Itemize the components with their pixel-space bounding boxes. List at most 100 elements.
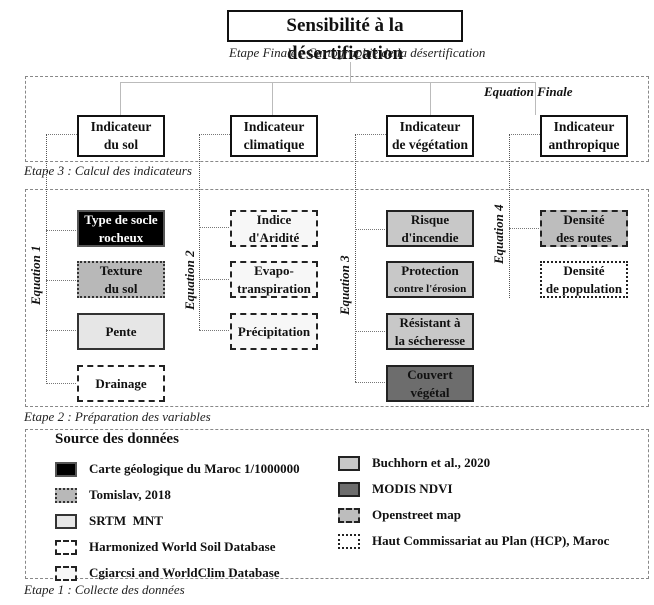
var-drainage: Drainage	[77, 365, 165, 402]
diagram-title: Sensibilité à la désertification	[227, 10, 463, 64]
var-population-line1: Densité	[563, 262, 605, 278]
equation-final-label: Equation Finale	[484, 84, 573, 99]
var-resistant-secheresse: Résistant à la sécheresse	[386, 313, 474, 350]
eq3-branch-1	[355, 229, 385, 230]
legend-item-openstreet: Openstreet map	[338, 502, 609, 528]
legend-right-column: Buchhorn et al., 2020 MODIS NDVI Openstr…	[338, 450, 609, 554]
eq4-top-connector	[509, 134, 540, 135]
equation-3-label: Equation 3	[337, 255, 352, 315]
var-texture-line1: Texture	[99, 262, 143, 278]
var-precipitation: Précipitation	[230, 313, 318, 350]
var-densite-routes: Densité des routes	[540, 210, 628, 247]
var-densite-population: Densité de population	[540, 261, 628, 298]
indicator-climat: Indicateur climatique	[230, 115, 318, 157]
eq1-branch-3	[46, 330, 76, 331]
var-incendie-line1: Risque	[410, 211, 450, 227]
stage2-label: Etape 2 : Préparation des variables	[24, 409, 211, 424]
eq4-branch-1	[509, 228, 539, 229]
legend-item-tomislav: Tomislav, 2018	[55, 482, 300, 508]
var-couvert-vegetal: Couvert végétal	[386, 365, 474, 402]
legend-item-hwsd: Harmonized World Soil Database	[55, 534, 300, 560]
indicator-climat-line1: Indicateur	[243, 119, 305, 134]
indicator-vegetation-line2: de végétation	[391, 137, 469, 152]
stage-final-label: Etape Finale : Cartographie de la désert…	[229, 45, 486, 60]
var-evapotranspiration: Evapo- transpiration	[230, 261, 318, 298]
swatch-dotted-gray	[55, 487, 77, 503]
eq3-branch-4	[355, 382, 385, 383]
var-type-socle-line2: rocheux	[98, 229, 144, 245]
swatch-dashed-light	[55, 565, 77, 581]
stage3-label: Etape 3 : Calcul des indicateurs	[24, 163, 192, 178]
indicator-climat-line2: climatique	[243, 137, 305, 152]
indicator-sol: Indicateur du sol	[77, 115, 165, 157]
var-routes-line2: des routes	[556, 229, 612, 245]
connector-sol	[120, 82, 121, 115]
var-pente-label: Pente	[105, 323, 137, 339]
var-resistant-line1: Résistant à	[399, 314, 461, 330]
eq1-branch-1	[46, 230, 76, 231]
legend-label: SRTM MNT	[89, 513, 163, 528]
legend-label: Cgiarcsi and WorldClim Database	[89, 565, 280, 580]
legend-title: Source des données	[55, 431, 179, 447]
legend-label: Carte géologique du Maroc 1/1000000	[89, 461, 300, 476]
equation-4-label: Equation 4	[491, 204, 506, 264]
eq4-vertical-connector	[509, 134, 510, 298]
var-couvert-line1: Couvert	[407, 366, 453, 382]
var-protection-line2: contre l'érosion	[393, 282, 467, 295]
eq1-branch-4	[46, 383, 76, 384]
var-texture-sol: Texture du sol	[77, 261, 165, 298]
legend-item-geologique: Carte géologique du Maroc 1/1000000	[55, 456, 300, 482]
eq1-vertical-connector	[46, 134, 47, 384]
eq1-top-connector	[46, 134, 77, 135]
swatch-dotted-white	[338, 533, 360, 549]
var-risque-incendie: Risque d'incendie	[386, 210, 474, 247]
var-precipitation-label: Précipitation	[237, 323, 311, 339]
eq3-vertical-connector	[355, 134, 356, 382]
connector-anthropique	[535, 82, 536, 115]
legend-label: Openstreet map	[372, 507, 461, 522]
var-indice-aridite: Indice d'Aridité	[230, 210, 318, 247]
connector-horizontal	[120, 82, 535, 83]
legend-item-modis: MODIS NDVI	[338, 476, 609, 502]
var-texture-line2: du sol	[104, 280, 138, 296]
indicator-anthropique: Indicateur anthropique	[540, 115, 628, 157]
var-evapo-line2: transpiration	[237, 280, 311, 296]
indicator-vegetation-line1: Indicateur	[399, 119, 461, 134]
var-incendie-line2: d'incendie	[401, 229, 459, 245]
eq3-top-connector	[355, 134, 386, 135]
legend-label: Harmonized World Soil Database	[89, 539, 276, 554]
legend-item-buchhorn: Buchhorn et al., 2020	[338, 450, 609, 476]
indicator-anthropique-line2: anthropique	[548, 137, 620, 152]
legend-label: Buchhorn et al., 2020	[372, 455, 491, 470]
equation-2-label: Equation 2	[182, 250, 197, 310]
var-pente: Pente	[77, 313, 165, 350]
legend-label: Haut Commissariat au Plan (HCP), Maroc	[372, 533, 610, 548]
indicator-sol-line1: Indicateur	[90, 119, 152, 134]
eq2-branch-2	[199, 279, 229, 280]
var-aridite-line2: d'Aridité	[248, 229, 300, 245]
legend-item-srtm: SRTM MNT	[55, 508, 300, 534]
equation-1-label: Equation 1	[28, 245, 43, 305]
indicator-vegetation: Indicateur de végétation	[386, 115, 474, 157]
eq2-vertical-connector	[199, 134, 200, 330]
var-routes-line1: Densité	[563, 211, 605, 227]
var-protection-line1: Protection	[401, 262, 459, 278]
var-population-line2: de population	[545, 280, 623, 296]
swatch-solid-black	[55, 461, 77, 477]
indicator-anthropique-line1: Indicateur	[553, 119, 615, 134]
var-couvert-line2: végétal	[410, 384, 450, 400]
eq2-top-connector	[199, 134, 230, 135]
indicator-sol-line2: du sol	[103, 137, 139, 152]
swatch-dashed-white	[55, 539, 77, 555]
eq2-branch-1	[199, 227, 229, 228]
var-type-socle-line1: Type de socle	[84, 211, 158, 227]
var-protection-erosion: Protection contre l'érosion	[386, 261, 474, 298]
legend-left-column: Carte géologique du Maroc 1/1000000 Tomi…	[55, 456, 300, 586]
var-type-socle: Type de socle rocheux	[77, 210, 165, 247]
swatch-solid-gray	[338, 455, 360, 471]
swatch-solid-dark	[338, 481, 360, 497]
var-resistant-line2: la sécheresse	[394, 332, 466, 348]
legend-item-worldclim: Cgiarcsi and WorldClim Database	[55, 560, 300, 586]
var-aridite-line1: Indice	[256, 211, 292, 227]
legend-label: Tomislav, 2018	[89, 487, 171, 502]
